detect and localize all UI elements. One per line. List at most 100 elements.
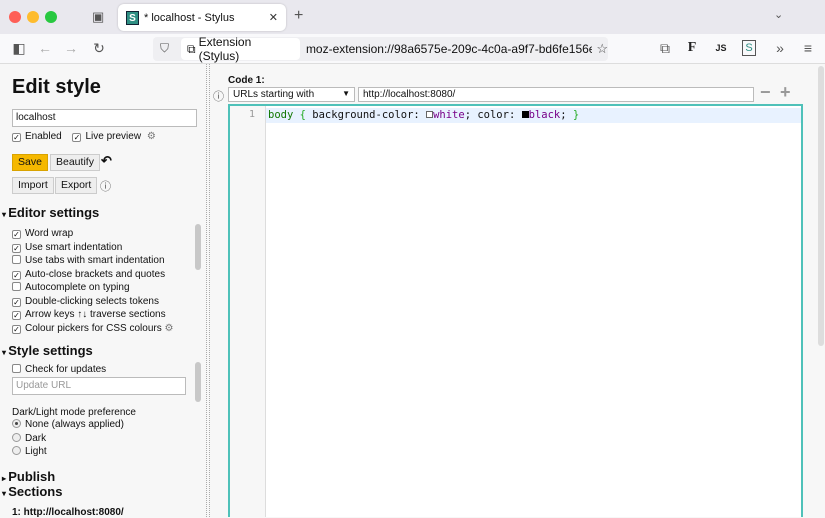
publish-heading[interactable]: ▸ Publish [2, 469, 55, 484]
color-swatch-black[interactable] [521, 111, 529, 118]
mode-option-dark[interactable]: Dark [12, 433, 46, 444]
code-selector: body [268, 109, 294, 121]
option-checkbox[interactable] [12, 282, 21, 291]
tab-active[interactable]: S * localhost - Stylus ✕ [118, 4, 286, 31]
export-button[interactable]: Export [55, 177, 98, 194]
title-bar: ▣ S * localhost - Stylus ✕ + ⌄ [0, 0, 825, 34]
option-label: Use tabs with smart indentation [25, 255, 165, 266]
stylus-extension-button[interactable]: S [742, 40, 756, 56]
option-label: Autocomplete on typing [25, 282, 130, 293]
check-updates-checkbox[interactable] [12, 364, 21, 373]
option-checkbox[interactable]: ✓ [12, 243, 21, 253]
radio[interactable] [12, 433, 21, 442]
tab-overview-icon[interactable]: ▣ [92, 9, 104, 25]
mode-option-light[interactable]: Light [12, 446, 47, 457]
option-label: Colour pickers for CSS colours [25, 322, 162, 334]
code-value: black [528, 109, 561, 121]
code-punct: ; [560, 109, 567, 121]
editor-option[interactable]: Use tabs with smart indentation [12, 255, 165, 266]
live-preview-checkbox[interactable]: ✓ [72, 133, 82, 142]
mode-option-none[interactable]: None (always applied) [12, 419, 124, 430]
overflow-chevrons-icon[interactable]: » [771, 40, 789, 56]
style-settings-scrollbar[interactable] [195, 362, 201, 402]
remove-applies-button[interactable]: − [760, 82, 771, 103]
mode-preference-label: Dark/Light mode preference [12, 407, 136, 418]
editor-settings-scrollbar[interactable] [195, 224, 201, 270]
option-checkbox[interactable]: ✓ [12, 311, 21, 320]
bookmark-star-icon[interactable]: ☆ [596, 41, 608, 57]
info-icon[interactable]: ⓘ [213, 88, 224, 104]
address-bar[interactable]: ⛉ ⧉ Extension (Stylus) moz-extension://98… [153, 35, 608, 63]
style-settings-heading[interactable]: ▾ Style settings [2, 343, 93, 358]
code-property: color: [477, 109, 516, 121]
mode-label: Light [25, 446, 47, 457]
enabled-checkbox[interactable]: ✓ [12, 133, 21, 142]
sidebar-toggle-icon[interactable]: ◧ [10, 40, 28, 57]
sections-heading[interactable]: ▾ Sections [2, 484, 62, 499]
import-button[interactable]: Import [12, 177, 54, 194]
close-window-button[interactable] [9, 11, 21, 23]
undo-icon[interactable]: ↶ [101, 153, 112, 169]
editor-option[interactable]: ✓ Colour pickers for CSS colours ⚙ [12, 323, 173, 334]
extension-f-button[interactable]: F [683, 40, 701, 56]
stylus-favicon-icon: S [126, 10, 139, 25]
code-editor[interactable]: 1 body { background-color: white; color:… [228, 104, 803, 517]
gear-icon[interactable]: ⚙ [147, 131, 156, 142]
option-checkbox[interactable] [12, 255, 21, 264]
applies-to-url-input[interactable]: http://localhost:8080/ [358, 87, 754, 102]
option-label: Word wrap [25, 228, 74, 239]
live-preview-label: Live preview [85, 131, 142, 142]
enabled-label: Enabled [25, 131, 62, 142]
url-text[interactable]: moz-extension://98a6575e-209c-4c0a-a9f7-… [306, 42, 592, 56]
identity-box[interactable]: ⧉ Extension (Stylus) [181, 35, 300, 63]
option-checkbox[interactable]: ✓ [12, 297, 21, 307]
option-checkbox[interactable]: ✓ [12, 230, 21, 239]
sidebar-resize-handle[interactable] [206, 64, 210, 517]
code-property: background-color: [312, 109, 420, 121]
editor-option[interactable]: ✓ Word wrap [12, 228, 73, 239]
extension-js-button[interactable]: JS [712, 43, 730, 53]
editor-option[interactable]: ✓ Arrow keys ↑↓ traverse sections [12, 309, 166, 320]
line-number-gutter: 1 [230, 106, 266, 517]
tab-list-chevron-icon[interactable]: ⌄ [774, 8, 783, 21]
option-label: Double-clicking selects tokens [25, 295, 159, 307]
radio-selected[interactable] [12, 419, 21, 428]
gear-icon[interactable]: ⚙ [165, 323, 174, 334]
identity-label: Extension (Stylus) [198, 35, 252, 63]
puzzle-icon: ⧉ [187, 41, 196, 56]
applies-to-type-select[interactable]: URLs starting with ▼ [228, 87, 355, 102]
page-scrollbar[interactable] [818, 66, 824, 346]
forward-button[interactable]: → [62, 40, 80, 56]
applies-type-value: URLs starting with [233, 89, 315, 100]
radio[interactable] [12, 446, 21, 455]
option-label: Arrow keys ↑↓ traverse sections [25, 309, 166, 320]
editor-option[interactable]: Autocomplete on typing [12, 282, 130, 293]
sections-label: Sections [8, 484, 63, 499]
back-button[interactable]: ← [36, 40, 54, 56]
extensions-icon[interactable]: ⧉ [656, 40, 674, 57]
info-icon[interactable]: ⓘ [100, 178, 111, 194]
editor-settings-label: Editor settings [8, 205, 100, 220]
close-tab-icon[interactable]: ✕ [269, 11, 278, 24]
check-updates-label: Check for updates [25, 364, 107, 375]
beautify-button[interactable]: Beautify [50, 154, 100, 171]
maximize-window-button[interactable] [45, 11, 57, 23]
code-line-1[interactable]: body { background-color: white; color: b… [268, 109, 579, 121]
editor-option[interactable]: ✓ Auto-close brackets and quotes [12, 269, 165, 280]
editor-option[interactable]: ✓ Double-clicking selects tokens [12, 296, 159, 307]
minimize-window-button[interactable] [27, 11, 39, 23]
reload-button[interactable]: ↻ [90, 40, 108, 57]
style-name-input[interactable]: localhost [12, 109, 197, 127]
option-checkbox[interactable]: ✓ [12, 270, 21, 280]
style-settings-label: Style settings [8, 343, 93, 358]
add-applies-button[interactable]: + [780, 82, 791, 103]
update-url-input[interactable]: Update URL [12, 377, 186, 395]
menu-hamburger-icon[interactable]: ≡ [799, 40, 817, 56]
editor-option[interactable]: ✓ Use smart indentation [12, 242, 122, 253]
option-checkbox[interactable]: ✓ [12, 324, 21, 334]
section-link-1[interactable]: 1: http://localhost:8080/ [12, 507, 124, 518]
new-tab-button[interactable]: + [294, 7, 303, 25]
editor-settings-heading[interactable]: ▾ Editor settings [2, 205, 99, 220]
save-button[interactable]: Save [12, 154, 48, 171]
shield-icon[interactable]: ⛉ [160, 41, 169, 56]
